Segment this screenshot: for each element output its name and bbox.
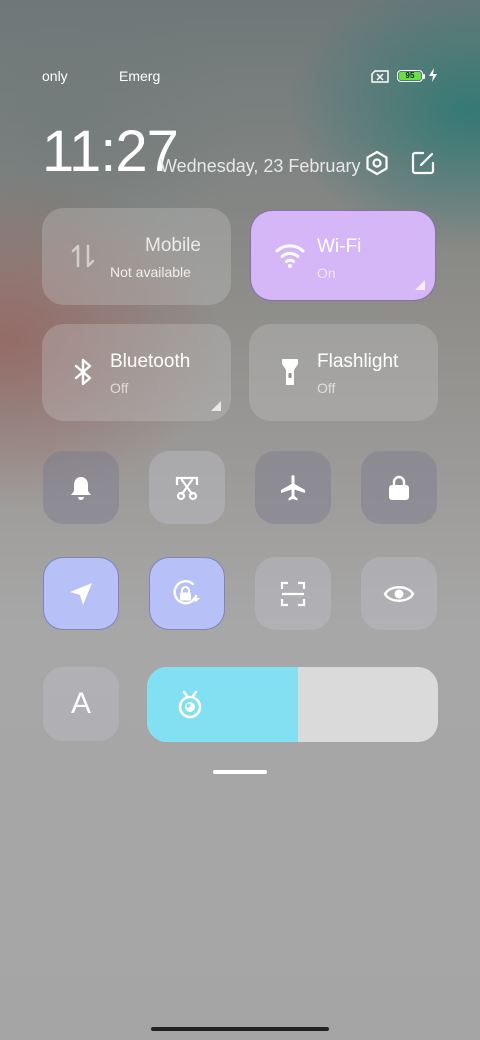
airplane-icon — [281, 474, 305, 500]
brightness-slider-fill[interactable] — [147, 667, 299, 742]
tile-status: Off — [317, 380, 336, 396]
expand-arrow-icon[interactable] — [211, 401, 221, 411]
reading-mode-toggle[interactable] — [361, 557, 437, 630]
silent-toggle[interactable] — [43, 451, 119, 524]
lock-screen-toggle[interactable] — [361, 451, 437, 524]
tile-label: Mobile — [145, 235, 201, 256]
settings-hexagon-icon[interactable] — [364, 150, 390, 176]
lock-icon — [389, 475, 409, 500]
bluetooth-icon — [74, 358, 92, 386]
tile-status: Off — [110, 380, 129, 396]
airplane-mode-toggle[interactable] — [255, 451, 331, 524]
location-icon — [70, 582, 92, 605]
tile-status: Not available — [110, 264, 191, 280]
wifi-icon — [275, 244, 305, 268]
tile-status: On — [317, 265, 336, 281]
edit-icon[interactable] — [410, 150, 436, 176]
expand-arrow-icon[interactable] — [415, 280, 425, 290]
auto-brightness-label: A — [70, 687, 91, 720]
brightness-icon — [178, 690, 202, 719]
location-toggle[interactable] — [43, 557, 119, 630]
battery-indicator: 95 — [397, 70, 423, 82]
screenshot-icon — [175, 476, 199, 500]
bluetooth-tile[interactable]: Bluetooth Off — [42, 324, 231, 421]
brightness-slider[interactable] — [147, 667, 438, 742]
eye-icon — [383, 585, 415, 602]
lightning-bolt-icon — [429, 68, 437, 82]
battery-tip — [423, 74, 425, 79]
emergency-label: Emerg — [119, 68, 161, 84]
no-sim-icon — [371, 70, 389, 83]
rotation-lock-toggle[interactable] — [149, 557, 225, 630]
scanner-toggle[interactable] — [255, 557, 331, 630]
tile-label: Flashlight — [317, 351, 399, 372]
bell-icon — [71, 476, 91, 500]
mobile-data-icon — [71, 244, 95, 268]
tile-label: Bluetooth — [110, 351, 191, 372]
clock[interactable]: 11:27 — [42, 120, 179, 184]
wifi-tile[interactable]: Wi-Fi On — [250, 210, 436, 301]
gesture-nav-bar[interactable] — [151, 1027, 329, 1031]
battery-level: 95 — [399, 72, 421, 80]
auto-brightness-toggle[interactable]: A — [43, 667, 119, 741]
screenshot-toggle[interactable] — [149, 451, 225, 524]
carrier-label: only — [42, 68, 68, 84]
drag-handle[interactable] — [213, 770, 267, 774]
flashlight-tile[interactable]: Flashlight Off — [249, 324, 438, 421]
tile-label: Wi-Fi — [317, 236, 362, 257]
rotation-lock-icon — [173, 579, 200, 604]
date-label[interactable]: Wednesday, 23 February — [160, 156, 360, 177]
flashlight-icon — [282, 359, 298, 385]
mobile-data-tile[interactable]: Mobile Not available — [42, 208, 231, 305]
scan-icon — [280, 581, 306, 606]
